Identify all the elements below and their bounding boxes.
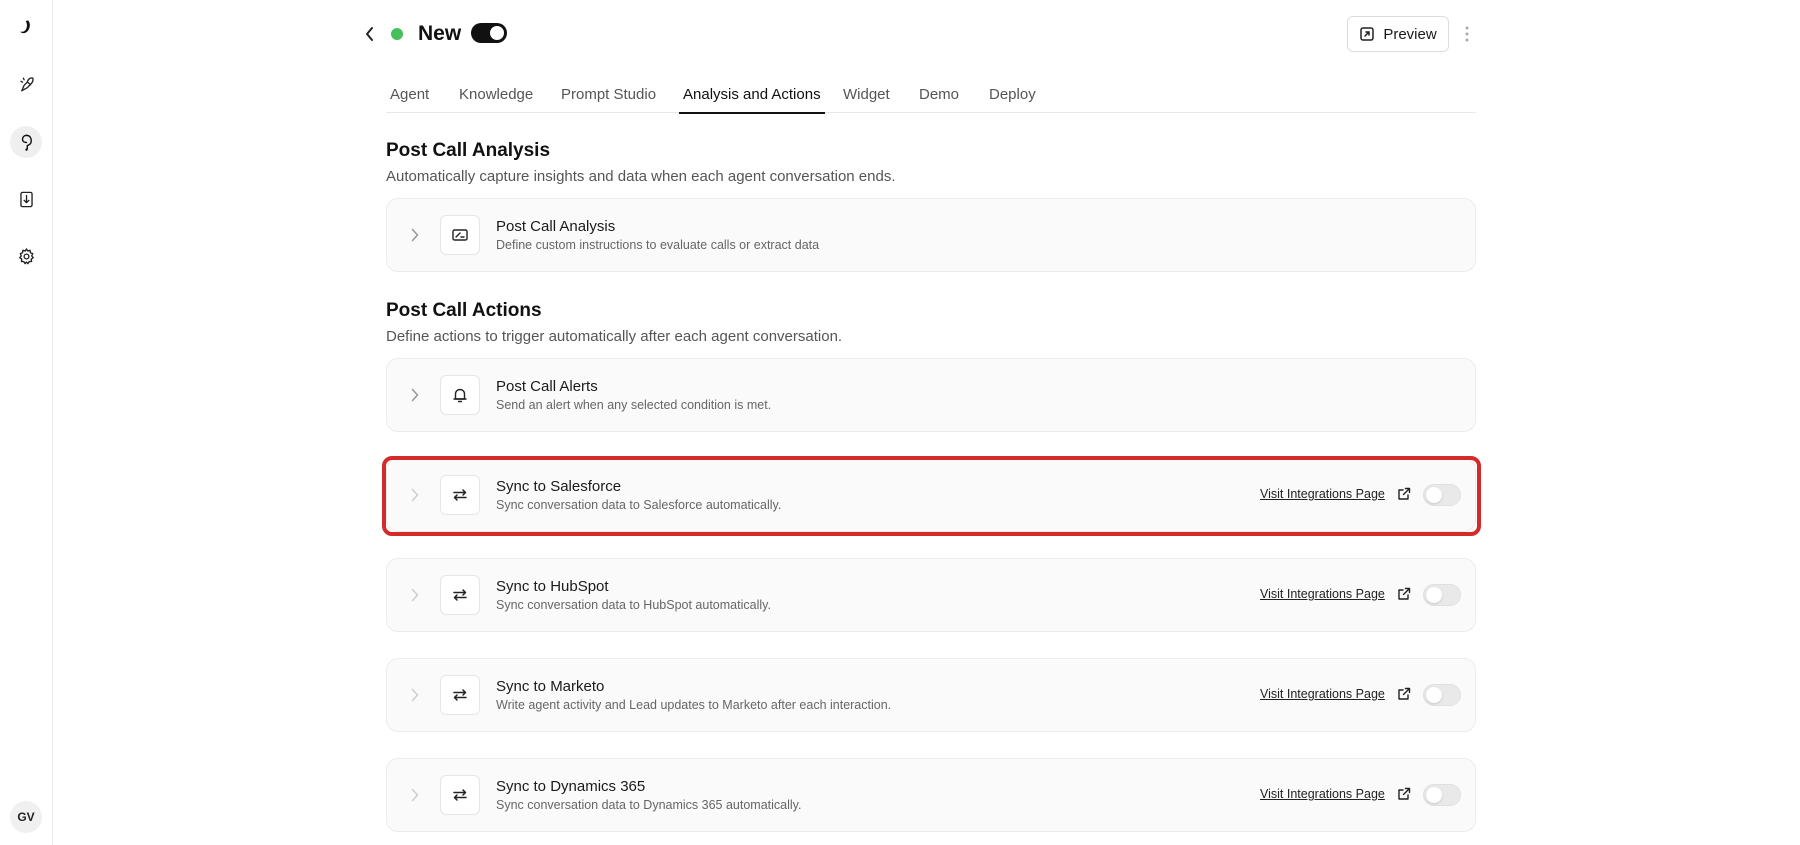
agent-builder-icon[interactable]: [10, 126, 42, 158]
sync-marketo-toggle[interactable]: [1423, 684, 1461, 706]
card-subtitle: Sync conversation data to Salesforce aut…: [496, 498, 782, 512]
documents-icon[interactable]: [10, 183, 42, 215]
chevron-right-icon[interactable]: [405, 585, 425, 605]
card-subtitle: Define custom instructions to evaluate c…: [496, 238, 820, 252]
agent-name: New: [418, 22, 462, 45]
logo-icon[interactable]: [10, 11, 42, 43]
tab-knowledge[interactable]: Knowledge: [459, 86, 533, 103]
status-dot: [391, 28, 403, 40]
post-call-analysis-heading: Post Call Analysis: [386, 140, 551, 161]
agent-active-toggle[interactable]: [471, 23, 507, 43]
sync-arrows-icon: [440, 475, 480, 515]
sync-salesforce-card[interactable]: Sync to Salesforce Sync conversation dat…: [386, 458, 1476, 532]
sync-hubspot-toggle[interactable]: [1423, 584, 1461, 606]
tab-prompt-studio[interactable]: Prompt Studio: [561, 86, 656, 103]
sync-arrows-icon: [440, 675, 480, 715]
post-call-actions-description: Define actions to trigger automatically …: [386, 328, 843, 345]
sync-arrows-icon: [440, 575, 480, 615]
card-subtitle: Send an alert when any selected conditio…: [496, 398, 772, 412]
external-link-icon[interactable]: [1396, 786, 1412, 802]
post-call-analysis-card[interactable]: Post Call Analysis Define custom instruc…: [386, 198, 1476, 272]
card-title: Sync to Salesforce: [496, 478, 622, 495]
visit-integrations-link[interactable]: Visit Integrations Page: [1260, 787, 1385, 801]
card-title: Sync to Dynamics 365: [496, 778, 646, 795]
visit-integrations-link[interactable]: Visit Integrations Page: [1260, 687, 1385, 701]
card-title: Sync to Marketo: [496, 678, 605, 695]
preview-label: Preview: [1383, 25, 1437, 43]
card-title: Sync to HubSpot: [496, 578, 609, 595]
bell-icon: [440, 375, 480, 415]
sync-arrows-icon: [440, 775, 480, 815]
visit-integrations-link[interactable]: Visit Integrations Page: [1260, 587, 1385, 601]
card-subtitle: Write agent activity and Lead updates to…: [496, 698, 892, 712]
tab-demo[interactable]: Demo: [919, 86, 959, 103]
user-avatar[interactable]: GV: [10, 801, 42, 833]
sync-marketo-card[interactable]: Sync to Marketo Write agent activity and…: [386, 658, 1476, 732]
post-call-analysis-description: Automatically capture insights and data …: [386, 168, 896, 185]
card-icon: [440, 215, 480, 255]
chevron-right-icon[interactable]: [405, 385, 425, 405]
tab-bar: Agent Knowledge Prompt Studio Analysis a…: [386, 80, 1476, 114]
preview-icon: [1360, 27, 1375, 41]
chevron-right-icon[interactable]: [405, 685, 425, 705]
card-title: Post Call Analysis: [496, 218, 616, 235]
back-chevron-icon[interactable]: [358, 22, 382, 46]
external-link-icon[interactable]: [1396, 586, 1412, 602]
sync-dynamics-365-card[interactable]: Sync to Dynamics 365 Sync conversation d…: [386, 758, 1476, 832]
settings-gear-icon[interactable]: [10, 240, 42, 272]
post-call-alerts-card[interactable]: Post Call Alerts Send an alert when any …: [386, 358, 1476, 432]
card-title: Post Call Alerts: [496, 378, 598, 395]
tab-analysis-and-actions[interactable]: Analysis and Actions: [679, 86, 825, 114]
sync-dynamics-365-toggle[interactable]: [1423, 784, 1461, 806]
visit-integrations-link[interactable]: Visit Integrations Page: [1260, 487, 1385, 501]
sync-salesforce-toggle[interactable]: [1423, 484, 1461, 506]
post-call-actions-heading: Post Call Actions: [386, 300, 542, 321]
tab-agent[interactable]: Agent: [390, 86, 429, 103]
tab-widget[interactable]: Widget: [843, 86, 890, 103]
agents-icon[interactable]: [10, 68, 42, 100]
sync-hubspot-card[interactable]: Sync to HubSpot Sync conversation data t…: [386, 558, 1476, 632]
more-options-icon[interactable]: [1458, 22, 1476, 46]
chevron-right-icon[interactable]: [405, 225, 425, 245]
external-link-icon[interactable]: [1396, 486, 1412, 502]
agent-header: New Preview: [358, 16, 1476, 52]
external-link-icon[interactable]: [1396, 686, 1412, 702]
chevron-right-icon[interactable]: [405, 785, 425, 805]
card-subtitle: Sync conversation data to Dynamics 365 a…: [496, 798, 802, 812]
tab-deploy[interactable]: Deploy: [989, 86, 1036, 103]
preview-button[interactable]: Preview: [1347, 16, 1449, 52]
chevron-right-icon[interactable]: [405, 485, 425, 505]
nav-rail: GV: [0, 0, 53, 845]
card-subtitle: Sync conversation data to HubSpot automa…: [496, 598, 771, 612]
